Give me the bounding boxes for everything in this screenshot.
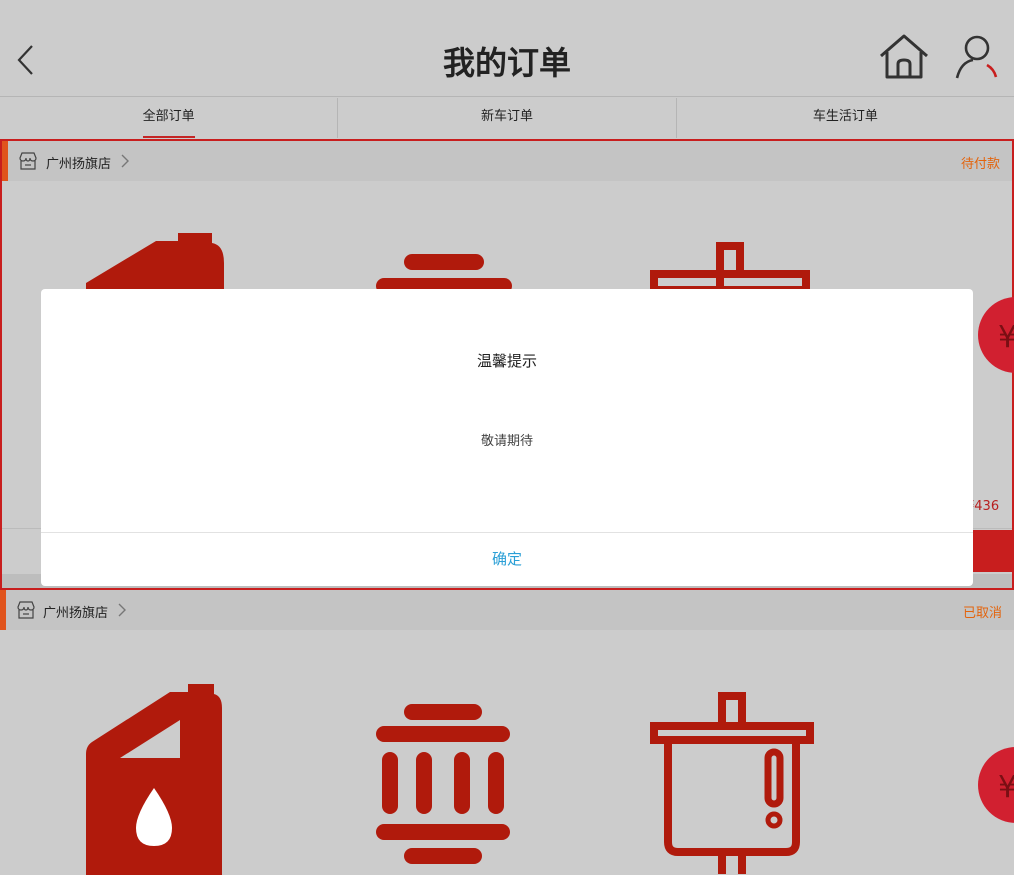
order-tabs: 全部订单 新车订单 车生活订单 xyxy=(0,98,1014,138)
air-filter-icon xyxy=(376,704,510,864)
shop-bar[interactable]: 广州扬旗店 已取消 xyxy=(0,590,1014,630)
svg-text:¥: ¥ xyxy=(998,770,1014,805)
home-icon[interactable] xyxy=(876,32,932,82)
tab-car-life-orders[interactable]: 车生活订单 xyxy=(675,98,1014,138)
page-title: 我的订单 xyxy=(442,44,571,82)
shop-icon xyxy=(19,152,37,170)
user-icon[interactable] xyxy=(953,32,1001,82)
tab-all-orders[interactable]: 全部订单 xyxy=(0,98,337,138)
tab-label: 车生活订单 xyxy=(812,109,878,124)
active-tab-indicator xyxy=(142,136,195,138)
oil-can-icon xyxy=(86,684,222,875)
shop-bar-accent xyxy=(2,141,8,181)
header-bar: 我的订单 xyxy=(0,0,1014,97)
shop-name: 广州扬旗店 xyxy=(46,157,112,172)
promo-badge-icon: ¥ xyxy=(978,747,1014,823)
promo-badge-icon: ¥ xyxy=(978,297,1014,373)
tab-label: 全部订单 xyxy=(142,109,195,124)
shop-bar-accent xyxy=(0,590,6,630)
chevron-right-icon xyxy=(118,603,126,617)
shop-icon xyxy=(17,601,35,619)
tab-label: 新车订单 xyxy=(480,109,533,124)
dialog-message: 敬请期待 xyxy=(480,434,533,449)
dialog-title: 温馨提示 xyxy=(476,352,537,370)
fuel-filter-icon xyxy=(650,692,814,874)
svg-text:¥: ¥ xyxy=(998,320,1014,355)
confirm-button[interactable]: 确定 xyxy=(41,533,973,586)
order-status: 已取消 xyxy=(962,606,1002,621)
tab-new-car-orders[interactable]: 新车订单 xyxy=(337,98,675,138)
chevron-right-icon xyxy=(121,154,129,168)
order-status: 待付款 xyxy=(960,157,1000,172)
shop-name: 广州扬旗店 xyxy=(43,606,109,621)
shop-bar[interactable]: 广州扬旗店 待付款 xyxy=(2,141,1012,181)
notice-dialog: 温馨提示 敬请期待 确定 xyxy=(41,289,973,586)
